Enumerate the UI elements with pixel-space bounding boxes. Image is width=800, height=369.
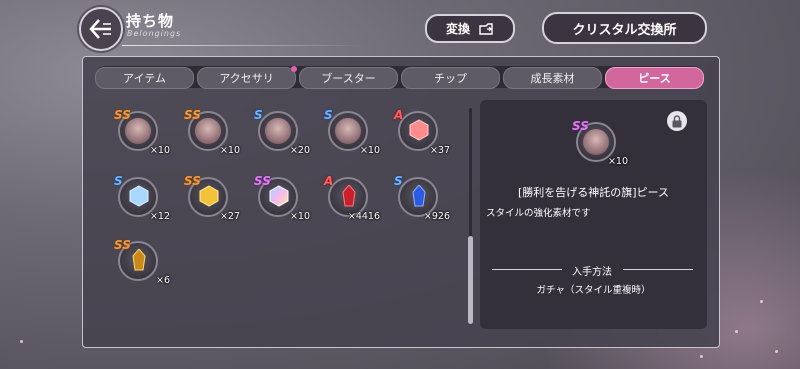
back-arrow-icon	[89, 19, 111, 39]
piece-item[interactable]: SS ×27	[182, 174, 240, 222]
piece-item[interactable]: SS ×6	[112, 238, 170, 286]
grid-scroll-thumb[interactable]	[468, 236, 473, 324]
rank-badge: SS	[572, 119, 589, 133]
tab-item[interactable]: アイテム	[95, 67, 194, 89]
character-portrait	[265, 118, 291, 144]
tab-chip[interactable]: チップ	[401, 67, 500, 89]
convert-label: 変換	[445, 22, 470, 36]
lock-icon	[672, 114, 682, 127]
rainbow-gem-icon	[269, 185, 289, 207]
sparkle	[760, 300, 763, 303]
category-tabs: アイテム アクセサリ ブースター チップ 成長素材 ピース	[95, 66, 704, 89]
notification-dot	[291, 66, 297, 72]
pink-gem-icon	[409, 119, 429, 141]
page-title: 持ち物	[126, 12, 175, 30]
crystal-exchange-button[interactable]: クリスタル交換所	[542, 12, 707, 44]
piece-item[interactable]: SS ×10	[182, 108, 240, 156]
item-description: スタイルの強化素材です	[486, 208, 591, 219]
piece-item[interactable]: SS ×10	[252, 174, 310, 222]
sparkle	[775, 350, 778, 353]
piece-item[interactable]: S ×20	[252, 108, 310, 156]
rank-badge: SS	[114, 238, 131, 252]
tab-accessory[interactable]: アクセサリ	[197, 67, 296, 89]
item-quantity: ×10	[289, 211, 310, 222]
sparkle	[700, 355, 703, 358]
item-quantity: ×10	[219, 145, 240, 156]
sparkle	[735, 330, 738, 333]
selected-piece-icon: SS ×10	[570, 119, 628, 167]
crystal-exchange-label: クリスタル交換所	[572, 22, 677, 38]
blue-crystal-icon	[412, 185, 426, 207]
piece-item[interactable]: A ×4416	[322, 174, 380, 222]
convert-button[interactable]: 変換	[425, 14, 515, 43]
gold-gem-icon	[199, 185, 219, 207]
sparkle	[20, 340, 23, 343]
item-quantity: ×4416	[347, 211, 380, 222]
blue-gem-icon	[129, 185, 149, 207]
item-quantity: ×27	[219, 211, 240, 222]
rank-badge: A	[324, 174, 334, 188]
tab-growth-material[interactable]: 成長素材	[503, 67, 602, 89]
item-quantity: ×37	[429, 145, 450, 156]
rank-badge: S	[114, 174, 123, 188]
item-quantity: ×926	[423, 211, 450, 222]
item-quantity: ×10	[607, 156, 628, 167]
item-quantity: ×12	[149, 211, 170, 222]
tab-piece[interactable]: ピース	[605, 67, 704, 89]
rank-badge: SS	[184, 174, 201, 188]
tab-booster[interactable]: ブースター	[299, 67, 398, 89]
red-crystal-icon	[342, 185, 356, 207]
exchange-icon	[479, 22, 493, 35]
piece-item[interactable]: S ×926	[392, 174, 450, 222]
lock-button[interactable]	[667, 111, 687, 131]
rank-badge: SS	[184, 108, 201, 122]
item-quantity: ×10	[359, 145, 380, 156]
rank-badge: A	[394, 108, 404, 122]
item-name: [勝利を告げる神託の旗]ピース	[517, 186, 670, 199]
piece-item[interactable]: S ×10	[322, 108, 380, 156]
gold-crystal-icon	[132, 249, 146, 271]
piece-item[interactable]: A ×37	[392, 108, 450, 156]
acquisition-text: ガチャ（スタイル重複時）	[536, 285, 651, 296]
piece-item[interactable]: S ×12	[112, 174, 170, 222]
piece-item[interactable]: SS ×10	[112, 108, 170, 156]
rank-badge: S	[254, 108, 263, 122]
rank-badge: S	[324, 108, 333, 122]
page-subtitle: Belongings	[127, 29, 182, 38]
back-button[interactable]	[79, 7, 123, 51]
rank-badge: SS	[254, 174, 271, 188]
acquisition-title: 入手方法	[572, 267, 612, 278]
rank-badge: S	[394, 174, 403, 188]
item-quantity: ×20	[289, 145, 310, 156]
item-quantity: ×10	[149, 145, 170, 156]
character-portrait	[335, 118, 361, 144]
item-quantity: ×6	[155, 275, 170, 286]
rank-badge: SS	[114, 108, 131, 122]
header-divider	[122, 45, 367, 46]
